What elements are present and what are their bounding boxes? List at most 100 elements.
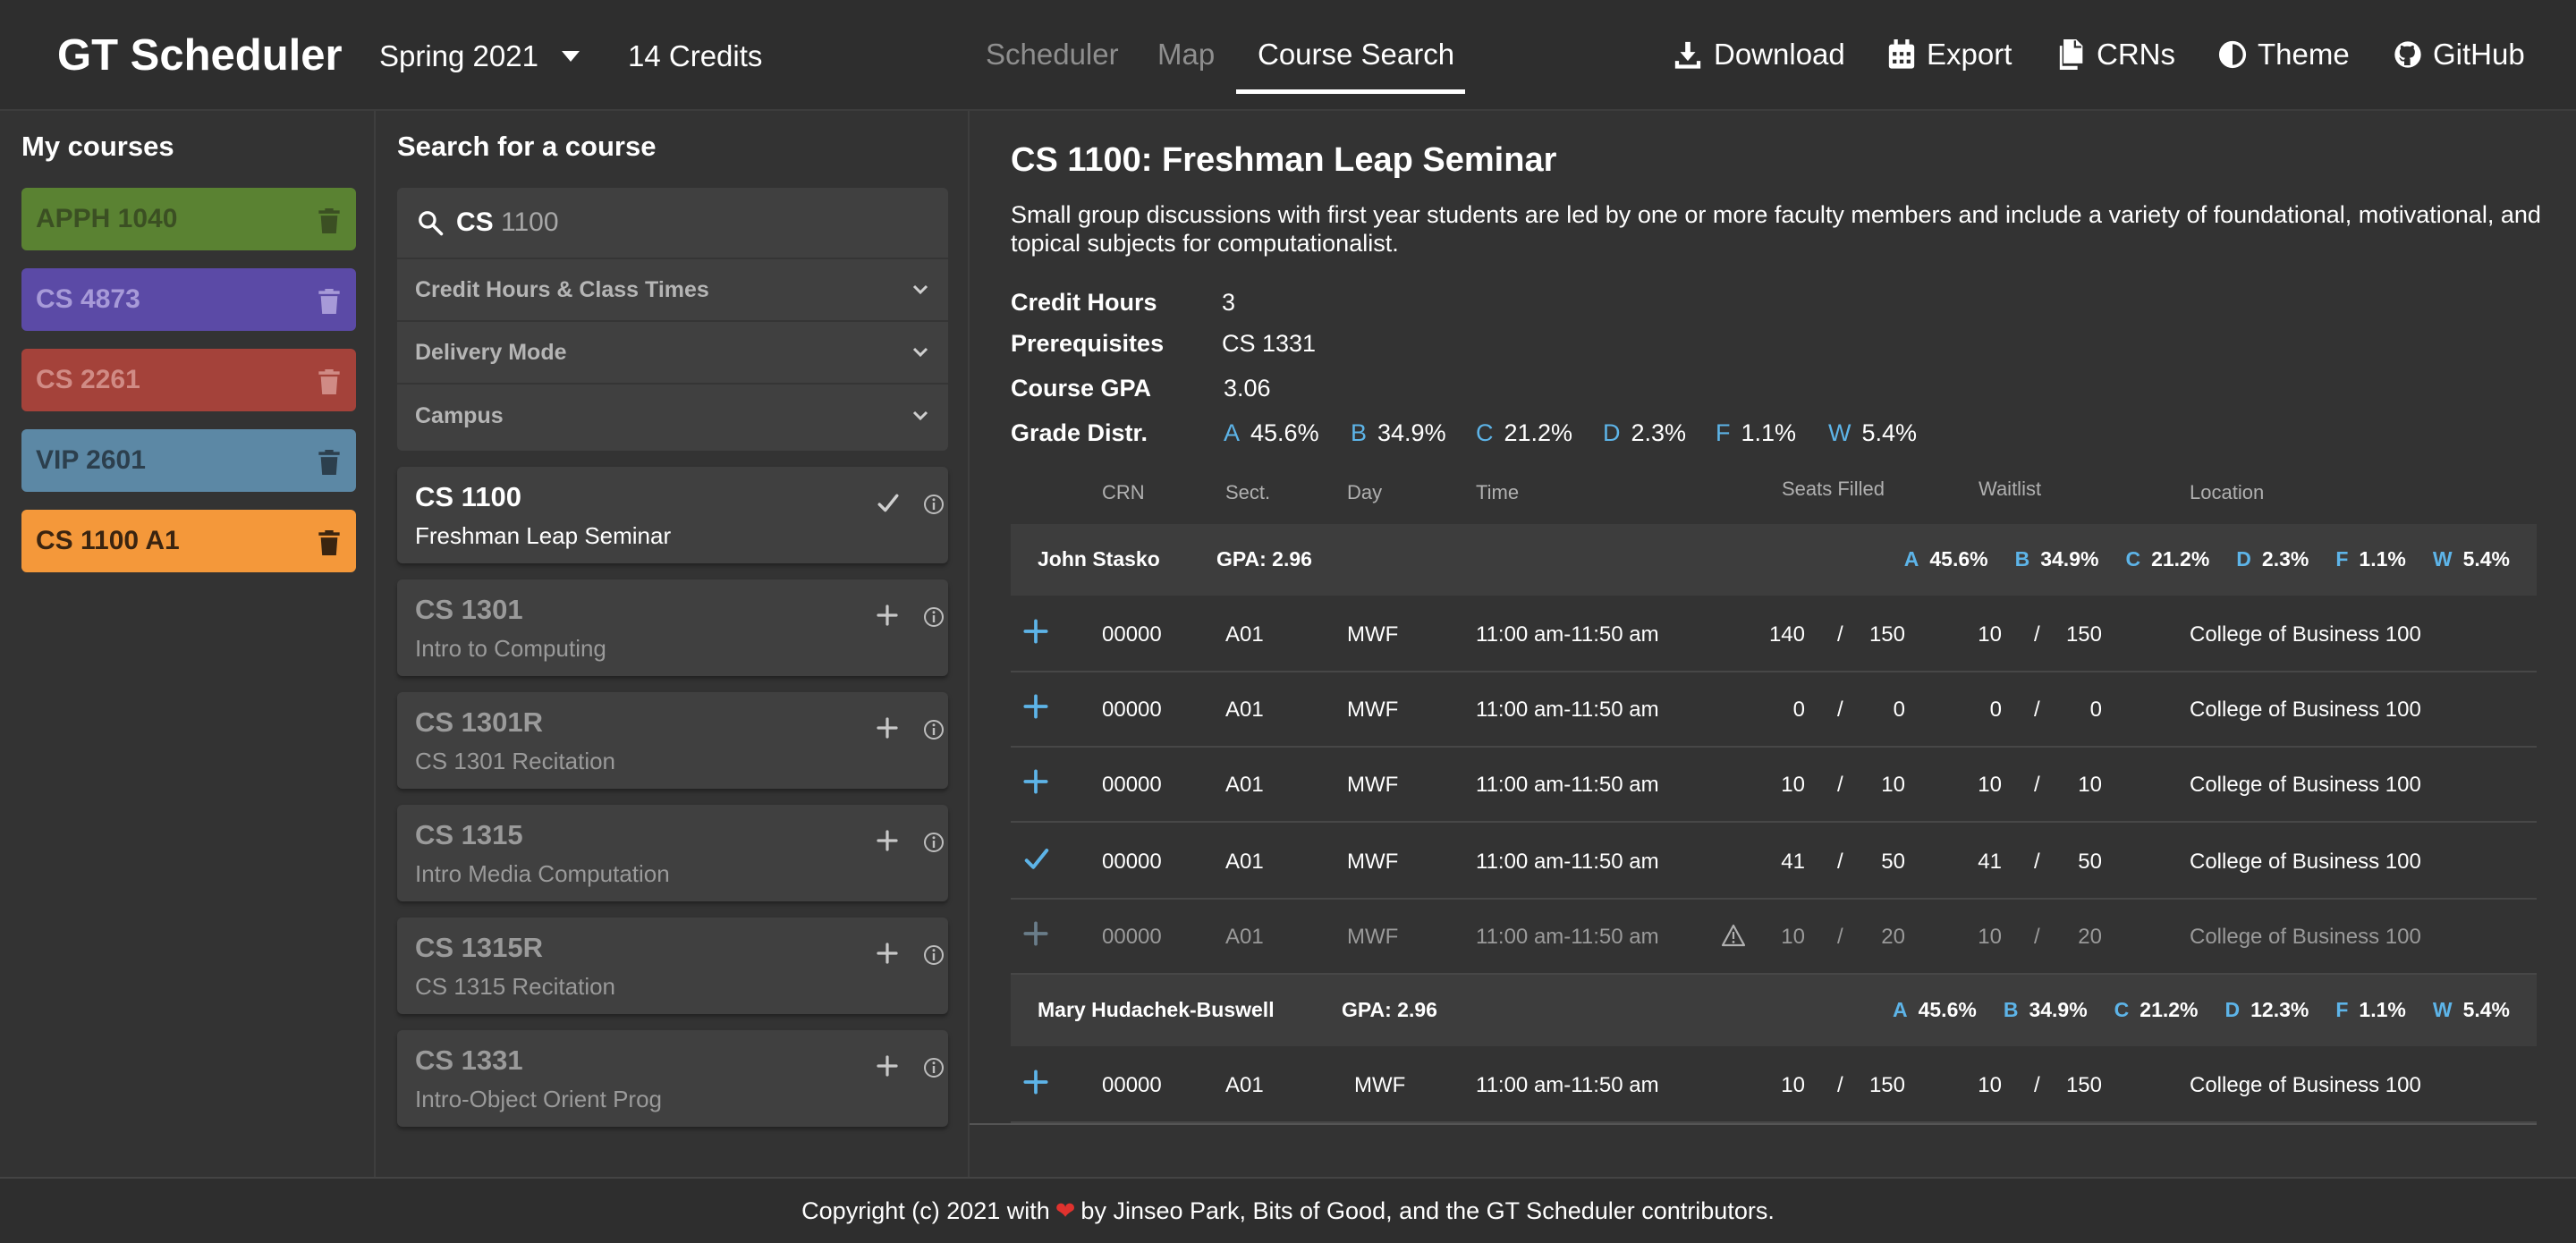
- add-icon[interactable]: [877, 943, 898, 964]
- grade-value: 34.9%: [2040, 547, 2099, 571]
- filter-label: Credit Hours & Class Times: [415, 276, 709, 302]
- download-label: Download: [1714, 38, 1845, 71]
- credit-hours-label: Credit Hours: [1011, 289, 1157, 316]
- column-header-waitlist: Waitlist: [1979, 478, 2042, 500]
- github-label: GitHub: [2433, 38, 2525, 71]
- filter-delivery-mode[interactable]: Delivery Mode: [397, 322, 948, 385]
- result-course-title: CS 1301 Recitation: [415, 748, 616, 774]
- filter-credit-hours[interactable]: Credit Hours & Class Times: [397, 259, 948, 322]
- section-row: 00000 A01 MWF 11:00 am-11:50 am College of B…: [1011, 900, 2537, 975]
- course-chip[interactable]: CS 1100 A1: [21, 510, 356, 572]
- trash-icon[interactable]: [318, 530, 340, 555]
- info-icon[interactable]: [923, 832, 945, 853]
- grade-value: 12.3%: [2250, 998, 2309, 1021]
- check-icon[interactable]: [1023, 846, 1050, 873]
- info-icon[interactable]: [923, 719, 945, 740]
- term-selector[interactable]: Spring 2021: [379, 36, 580, 77]
- section-id: A01: [1225, 925, 1264, 949]
- add-icon[interactable]: [1023, 1070, 1048, 1095]
- course-title: CS 1100: Freshman Leap Seminar: [1011, 141, 1557, 179]
- grade-letter: A: [1903, 547, 1919, 571]
- grade-letter: W: [2432, 547, 2453, 571]
- add-icon[interactable]: [1023, 619, 1048, 644]
- section-row: 00000 A01 MWF 11:00 am-11:50 am College of B…: [1011, 597, 2537, 672]
- section-id: A01: [1225, 850, 1264, 874]
- grade-letter: C: [2125, 547, 2141, 571]
- instructor-row: John Stasko GPA: 2.96 A 45.6% B 34.9% C 21.2% D 2…: [1011, 524, 2537, 596]
- trash-icon[interactable]: [318, 208, 340, 233]
- info-icon[interactable]: [923, 944, 945, 966]
- seats-capacity: 150: [1868, 622, 1905, 647]
- app-title: GT Scheduler: [57, 31, 343, 80]
- section-id: A01: [1225, 698, 1264, 722]
- add-icon[interactable]: [1023, 694, 1048, 719]
- check-icon[interactable]: [877, 492, 900, 515]
- add-icon[interactable]: [877, 717, 898, 739]
- section-time: 11:00 am-11:50 am: [1476, 698, 1659, 722]
- section-time: 11:00 am-11:50 am: [1476, 773, 1659, 797]
- waitlist-filled: 10: [1978, 925, 2002, 949]
- trash-icon[interactable]: [318, 369, 340, 394]
- term-label: Spring 2021: [379, 39, 538, 72]
- trash-icon[interactable]: [318, 450, 340, 475]
- tab-course-search[interactable]: Course Search: [1258, 34, 1454, 75]
- waitlist-capacity: 20: [2078, 925, 2102, 949]
- section-location: College of Business 100: [2190, 622, 2421, 647]
- add-icon[interactable]: [1023, 769, 1048, 794]
- section-row: 00000 A01 MWF 11:00 am-11:50 am College of B…: [1011, 672, 2537, 748]
- grade-value: 2.3%: [2261, 547, 2309, 571]
- info-icon[interactable]: [923, 606, 945, 628]
- prerequisites-label: Prerequisites: [1011, 330, 1165, 357]
- course-chip[interactable]: CS 4873: [21, 268, 356, 331]
- credits-count: 14 Credits: [628, 39, 763, 72]
- search-query-suffix: 1100: [501, 207, 559, 237]
- course-chip[interactable]: APPH 1040: [21, 188, 356, 250]
- tab-map[interactable]: Map: [1157, 34, 1215, 75]
- tab-scheduler[interactable]: Scheduler: [986, 34, 1119, 75]
- copy-icon: [2059, 39, 2097, 70]
- waitlist-capacity: 0: [2089, 698, 2102, 722]
- search-result-card[interactable]: CS 1100 Freshman Leap Seminar: [397, 467, 948, 563]
- add-icon[interactable]: [877, 1055, 898, 1077]
- waitlist-filled: 10: [1978, 773, 2002, 797]
- download-button[interactable]: Download: [1673, 34, 1845, 75]
- crns-label: CRNs: [2097, 38, 2175, 71]
- result-course-title: Intro to Computing: [415, 635, 606, 662]
- trash-icon[interactable]: [318, 289, 340, 314]
- search-result-card[interactable]: CS 1315 Intro Media Computation: [397, 805, 948, 901]
- crns-button[interactable]: CRNs: [2059, 34, 2175, 75]
- search-result-card[interactable]: CS 1301 Intro to Computing: [397, 579, 948, 676]
- seats-filled: 0: [1792, 698, 1805, 722]
- search-box: CS 1100 Credit Hours & Class Times Deliv…: [397, 188, 948, 451]
- horizontal-scrollbar[interactable]: [970, 1123, 2537, 1125]
- info-icon[interactable]: [923, 494, 945, 515]
- grade-a: A 45.6%: [1224, 419, 1319, 446]
- section-location: College of Business 100: [2190, 850, 2421, 874]
- seats-capacity: 0: [1893, 698, 1905, 722]
- course-chip[interactable]: CS 2261: [21, 349, 356, 411]
- course-details: CS 1100: Freshman Leap Seminar Small gro…: [970, 111, 2576, 1177]
- add-icon[interactable]: [877, 830, 898, 851]
- active-tab-indicator: [1236, 89, 1465, 94]
- search-title: Search for a course: [397, 131, 657, 162]
- course-chip[interactable]: VIP 2601: [21, 429, 356, 492]
- course-chip-label: CS 2261: [36, 365, 140, 394]
- search-result-card[interactable]: CS 1301R CS 1301 Recitation: [397, 692, 948, 789]
- theme-button[interactable]: Theme: [2218, 34, 2350, 75]
- export-button[interactable]: Export: [1887, 34, 2012, 75]
- section-days: MWF: [1347, 925, 1399, 949]
- add-icon[interactable]: [1023, 921, 1048, 946]
- github-icon: [2394, 40, 2433, 69]
- warning-icon: [1721, 924, 1746, 947]
- search-input[interactable]: CS 1100: [397, 188, 948, 259]
- section-row: 00000 A01 MWF 11:00 am-11:50 am College of B…: [1011, 748, 2537, 823]
- info-icon[interactable]: [923, 1057, 945, 1078]
- course-chip-label: CS 1100 A1: [36, 526, 180, 555]
- filter-campus[interactable]: Campus: [397, 385, 948, 447]
- section-row: 00000 A01 MWF 11:00 am-11:50 am College of B…: [1011, 824, 2537, 900]
- search-result-card[interactable]: CS 1331 Intro-Object Orient Prog: [397, 1030, 948, 1127]
- github-button[interactable]: GitHub: [2394, 34, 2525, 75]
- add-icon[interactable]: [877, 605, 898, 626]
- search-result-card[interactable]: CS 1315R CS 1315 Recitation: [397, 917, 948, 1014]
- grade-value: 45.6%: [1918, 998, 1977, 1021]
